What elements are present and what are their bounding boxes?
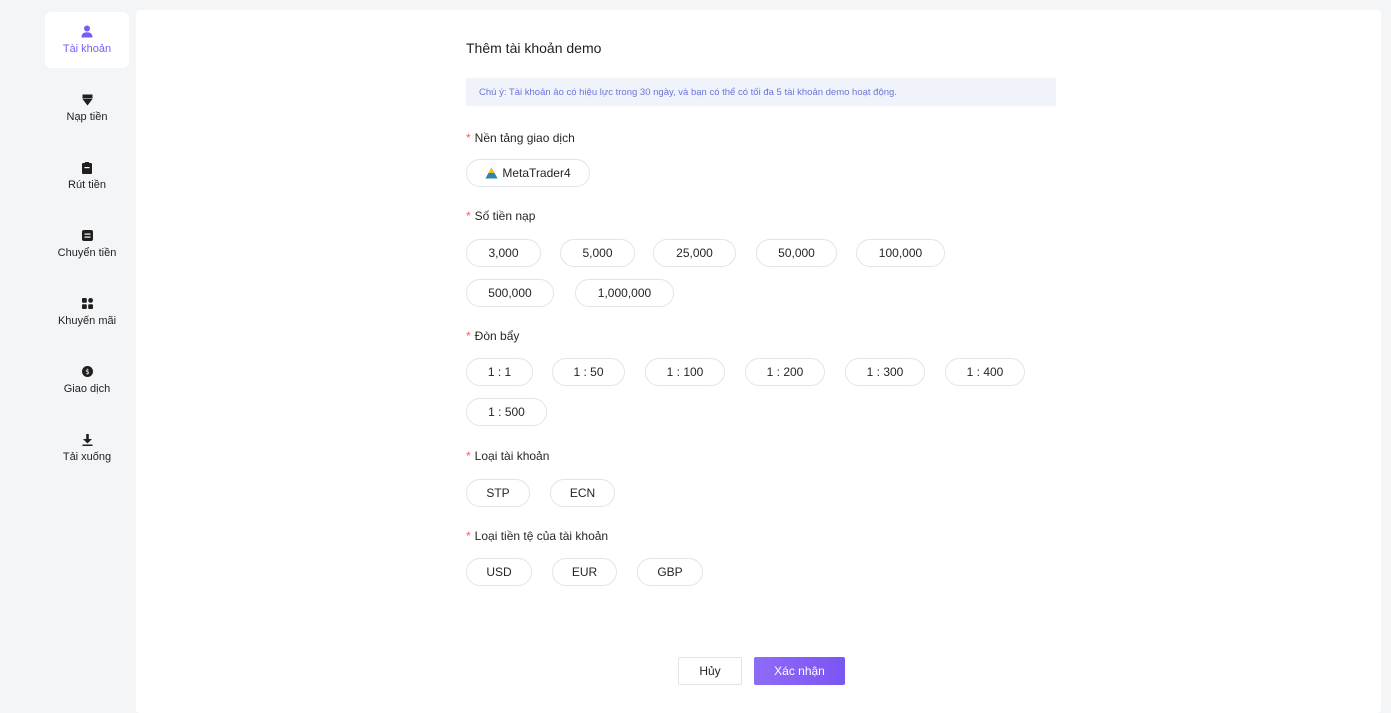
account-type-option-stp[interactable]: STP [466, 479, 530, 507]
sidebar-item-label: Tải xuống [62, 450, 112, 463]
leverage-option[interactable]: 1 : 400 [945, 358, 1025, 386]
leverage-option[interactable]: 1 : 500 [466, 398, 547, 426]
leverage-label: * Đòn bẩy [466, 329, 520, 343]
leverage-option[interactable]: 1 : 50 [552, 358, 625, 386]
sidebar-item-label: Chuyển tiền [57, 246, 117, 259]
confirm-button[interactable]: Xác nhận [754, 657, 845, 685]
currency-option-gbp[interactable]: GBP [637, 558, 703, 586]
transfer-icon [80, 229, 94, 243]
svg-text:$: $ [85, 368, 89, 376]
page-title: Thêm tài khoản demo [466, 40, 602, 56]
required-mark: * [466, 131, 471, 145]
required-mark: * [466, 449, 471, 463]
sidebar-item-label: Tài khoản [62, 42, 112, 55]
sidebar-item-promotion[interactable]: Khuyến mãi [45, 284, 129, 340]
notice-banner: Chú ý: Tài khoản ảo có hiệu lực trong 30… [466, 78, 1056, 106]
sidebar-item-download[interactable]: Tải xuống [45, 420, 129, 476]
download-icon [80, 433, 94, 447]
deposit-label: * Số tiền nạp [466, 209, 536, 223]
platform-option-label: MetaTrader4 [502, 166, 571, 180]
account-type-option-ecn[interactable]: ECN [550, 479, 615, 507]
currency-label: * Loại tiền tệ của tài khoản [466, 529, 609, 543]
leverage-option[interactable]: 1 : 100 [645, 358, 725, 386]
user-icon [80, 25, 94, 39]
withdraw-icon [80, 161, 94, 175]
leverage-option[interactable]: 1 : 200 [745, 358, 825, 386]
metatrader-icon [485, 167, 498, 179]
deposit-option[interactable]: 3,000 [466, 239, 541, 267]
deposit-option[interactable]: 50,000 [756, 239, 837, 267]
sidebar-item-trade[interactable]: $ Giao dịch [45, 352, 129, 408]
sidebar-item-account[interactable]: Tài khoản [45, 12, 129, 68]
promotion-icon [80, 297, 94, 311]
sidebar-item-label: Rút tiền [68, 178, 106, 191]
platform-label: * Nền tảng giao dịch [466, 131, 575, 145]
leverage-option[interactable]: 1 : 1 [466, 358, 533, 386]
deposit-option[interactable]: 25,000 [653, 239, 736, 267]
required-mark: * [466, 329, 471, 343]
deposit-option[interactable]: 5,000 [560, 239, 635, 267]
sidebar: Tài khoản Nạp tiền Rút tiền Chuyển tiền … [8, 8, 133, 713]
sidebar-item-label: Giao dịch [63, 382, 111, 395]
trade-icon: $ [80, 365, 94, 379]
sidebar-item-transfer[interactable]: Chuyển tiền [45, 216, 129, 272]
account-type-label: * Loại tài khoản [466, 449, 550, 463]
deposit-option[interactable]: 1,000,000 [575, 279, 674, 307]
sidebar-item-label: Nạp tiền [66, 110, 108, 123]
required-mark: * [466, 529, 471, 543]
currency-option-usd[interactable]: USD [466, 558, 532, 586]
sidebar-item-deposit[interactable]: Nạp tiền [45, 80, 129, 136]
leverage-option[interactable]: 1 : 300 [845, 358, 925, 386]
sidebar-item-withdraw[interactable]: Rút tiền [45, 148, 129, 204]
deposit-option[interactable]: 100,000 [856, 239, 945, 267]
main-panel: Thêm tài khoản demo Chú ý: Tài khoản ảo … [136, 10, 1381, 713]
platform-option-metatrader4[interactable]: MetaTrader4 [466, 159, 590, 187]
sidebar-item-label: Khuyến mãi [57, 314, 117, 327]
deposit-option[interactable]: 500,000 [466, 279, 554, 307]
cancel-button[interactable]: Hủy [678, 657, 742, 685]
required-mark: * [466, 209, 471, 223]
currency-option-eur[interactable]: EUR [552, 558, 617, 586]
deposit-icon [80, 93, 94, 107]
